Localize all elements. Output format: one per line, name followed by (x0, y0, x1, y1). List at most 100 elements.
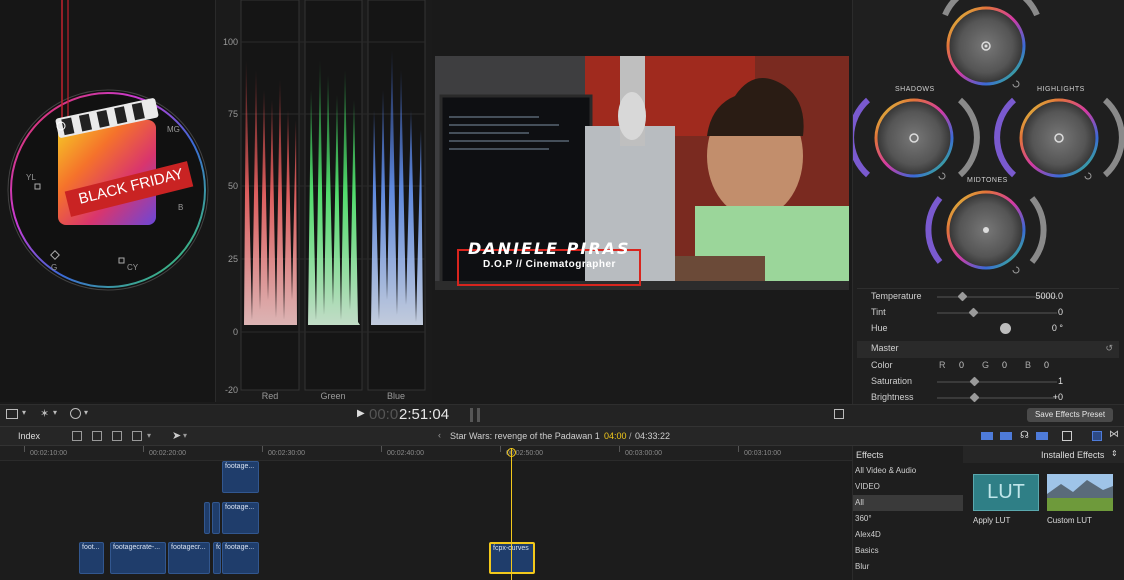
effects-category-selected[interactable]: All (853, 495, 963, 511)
effects-category[interactable]: Basics (853, 543, 963, 559)
timeline-clip[interactable]: footagecr... (168, 542, 210, 574)
skimming-icon[interactable] (981, 432, 993, 440)
chevron-down-icon[interactable]: ▾ (183, 431, 187, 440)
timeline-clip[interactable]: foot... (79, 542, 104, 574)
master-header[interactable]: Master ↺ (857, 341, 1119, 358)
temperature-value[interactable]: 5000.0 (1035, 291, 1063, 301)
playhead-handle[interactable] (507, 448, 516, 457)
lower-third-role: D.O.P // Cinematographer (483, 259, 616, 270)
tint-row[interactable]: Tint 0 (853, 305, 1115, 321)
hue-dial[interactable] (1000, 323, 1011, 334)
parade-label-red: Red (261, 391, 279, 401)
chevron-updown-icon[interactable]: ⇕ (1111, 449, 1118, 458)
audio-skimming-icon[interactable] (1000, 432, 1012, 440)
color-inspector: SHADOWS HIGHLIGHTS MIDTONES Temperature … (852, 0, 1124, 404)
layout-icon[interactable] (6, 409, 18, 419)
saturation-row[interactable]: Saturation 1 (853, 374, 1115, 390)
playhead[interactable] (511, 448, 512, 580)
color-wheels (853, 0, 1124, 274)
chevron-down-icon[interactable]: ▾ (22, 408, 26, 417)
timeline-ruler[interactable]: 00:02:10:00 00:02:20:00 00:02:30:00 00:0… (0, 446, 852, 461)
lower-third-name: DANIELE PIRAS (468, 239, 631, 258)
saturation-slider[interactable] (937, 376, 1057, 387)
parade-label-blue: Blue (386, 391, 405, 401)
timeline-clip-selected[interactable]: fcpx-curves (489, 542, 535, 574)
connect-clip-icon[interactable] (92, 431, 102, 441)
g-label: G (982, 360, 990, 370)
fullscreen-icon[interactable] (834, 409, 844, 419)
brightness-label: Brightness (871, 392, 914, 402)
clip-appearance-icon[interactable] (72, 431, 82, 441)
timeline-clip[interactable]: footage... (222, 542, 259, 574)
effects-category[interactable]: VIDEO (853, 479, 963, 495)
ruler-tick: 00:02:30:00 (268, 450, 305, 457)
hue-row[interactable]: Hue 0 ° (853, 321, 1115, 337)
shadows-title: SHADOWS (895, 86, 935, 93)
effects-category[interactable]: Blur (853, 559, 963, 575)
select-tool-icon[interactable]: ➤ (172, 429, 181, 442)
parade-label-green: Green (320, 391, 346, 401)
append-clip-icon[interactable] (132, 431, 142, 441)
insert-clip-icon[interactable] (112, 431, 122, 441)
custom-lut-thumbnail[interactable] (1047, 474, 1113, 511)
effects-category[interactable]: Alex4D (853, 527, 963, 543)
headphones-icon[interactable]: ☊ (1020, 430, 1029, 441)
chevron-down-icon[interactable]: ▾ (84, 408, 88, 417)
timeline-clip[interactable]: footage... (222, 502, 259, 534)
timeline-clip[interactable] (204, 502, 210, 534)
shadows-wheel[interactable] (853, 97, 980, 178)
saturation-knob[interactable] (969, 376, 980, 387)
brightness-value[interactable]: +0 (1053, 392, 1063, 402)
timecode[interactable]: 2:51:04 (399, 406, 449, 423)
reset-icon[interactable]: ↺ (1105, 343, 1113, 354)
r-value[interactable]: 0 (959, 360, 964, 370)
master-label: Master (871, 343, 899, 353)
tint-slider[interactable] (937, 307, 1057, 318)
tint-value[interactable]: 0 (1058, 307, 1063, 317)
timeline-right-toolbar: ☊ ⋈ (852, 426, 1124, 446)
video-frame[interactable]: DANIELE PIRAS D.O.P // Cinematographer (435, 56, 849, 290)
midtones-wheel[interactable] (925, 190, 1047, 270)
magic-wand-icon[interactable]: ✶ (40, 407, 49, 420)
chevron-left-icon[interactable]: ‹ (438, 430, 441, 440)
current-time: 04:00 (604, 431, 627, 441)
play-icon[interactable]: ▶ (357, 408, 365, 419)
b-value[interactable]: 0 (1044, 360, 1049, 370)
g-value[interactable]: 0 (1002, 360, 1007, 370)
saturation-label: Saturation (871, 376, 913, 386)
global-wheel[interactable] (942, 0, 1040, 86)
highlights-wheel[interactable] (994, 97, 1124, 178)
effects-category[interactable]: 360° (853, 511, 963, 527)
timeline-clip[interactable]: footage... (222, 461, 259, 493)
temperature-row[interactable]: Temperature 5000.0 (853, 289, 1115, 305)
brightness-slider[interactable] (937, 392, 1057, 403)
snapping-icon[interactable] (1036, 432, 1048, 440)
timecode-dim: 00:0 (369, 406, 399, 423)
highlights-title: HIGHLIGHTS (1037, 86, 1085, 93)
tint-label: Tint (871, 307, 886, 317)
hue-label: Hue (871, 323, 888, 333)
chevron-down-icon[interactable]: ▾ (147, 431, 151, 440)
speedometer-icon[interactable] (70, 408, 81, 419)
timeline-clip[interactable]: fo (213, 542, 221, 574)
apply-lut-label: Apply LUT (973, 516, 1011, 525)
chevron-down-icon[interactable]: ▾ (53, 408, 57, 417)
save-effects-preset-button[interactable]: Save Effects Preset (1027, 408, 1113, 422)
color-row[interactable]: Color R 0 G 0 B 0 (853, 358, 1115, 374)
film-icon[interactable] (1062, 431, 1072, 441)
effects-browser-icon[interactable] (1092, 431, 1102, 441)
effects-category[interactable]: All Video & Audio (853, 463, 963, 479)
lut-thumb-label: LUT (987, 481, 1025, 503)
b-label: B (1025, 360, 1032, 370)
tint-knob[interactable] (968, 307, 979, 318)
hue-value[interactable]: 0 ° (1052, 323, 1063, 333)
apply-lut-thumbnail[interactable]: LUT (973, 474, 1039, 511)
transitions-icon[interactable]: ⋈ (1109, 429, 1119, 440)
timeline-clip[interactable] (212, 502, 220, 534)
saturation-value[interactable]: 1 (1058, 376, 1063, 386)
index-button[interactable]: Index (18, 431, 40, 441)
brightness-knob[interactable] (969, 392, 980, 403)
timeline-clip[interactable]: footagecrate-... (110, 542, 166, 574)
installed-effects-dropdown[interactable]: Installed Effects (1041, 450, 1104, 460)
temperature-knob[interactable] (957, 291, 968, 302)
